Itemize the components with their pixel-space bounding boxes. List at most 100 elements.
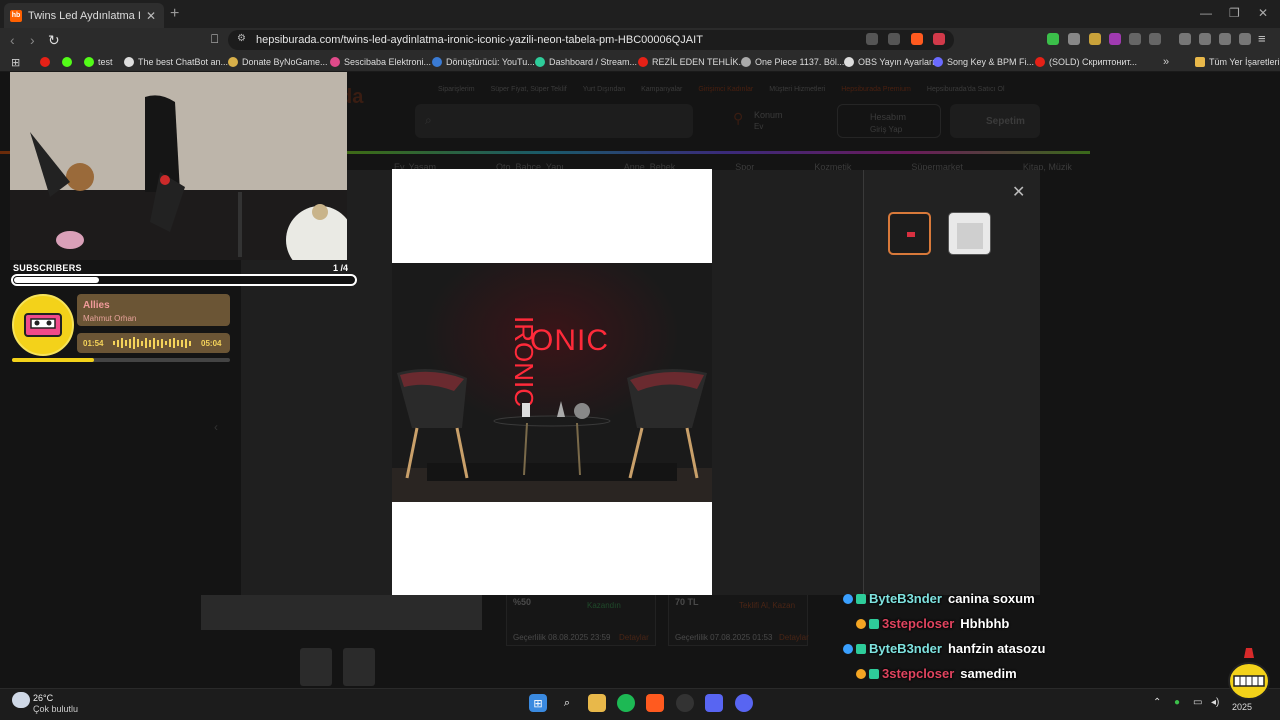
- offer-details-link[interactable]: Detaylar: [779, 633, 809, 642]
- discord-ptb-icon[interactable]: [735, 694, 753, 712]
- bookmark-item[interactable]: test: [84, 57, 113, 67]
- header-link[interactable]: Kampanyalar: [641, 86, 682, 93]
- brave-shields-icon[interactable]: [911, 33, 923, 45]
- waveform-bar: [121, 338, 123, 348]
- thumbnail-packaging[interactable]: [948, 212, 991, 255]
- bookmark-item[interactable]: Donate ByNoGame...: [228, 57, 328, 67]
- header-link[interactable]: Hepsiburada Premium: [841, 86, 911, 93]
- bookmark-item[interactable]: One Piece 1137. Böl...: [741, 57, 844, 67]
- leo-ai-icon[interactable]: [1219, 33, 1231, 45]
- header-link[interactable]: Girişimci Kadınlar: [698, 86, 753, 93]
- account-button[interactable]: Hesabım Giriş Yap: [837, 104, 941, 138]
- tray-overflow-icon[interactable]: ⌃: [1153, 697, 1161, 708]
- extension-twitch-icon[interactable]: [1109, 33, 1121, 45]
- waveform-bar: [161, 338, 163, 348]
- weather-temp[interactable]: 26°C: [33, 693, 53, 703]
- brave-rewards-icon[interactable]: [933, 33, 945, 45]
- forward-icon[interactable]: ›: [30, 32, 35, 48]
- back-icon[interactable]: ‹: [10, 32, 15, 48]
- page-thumb-1[interactable]: [300, 648, 332, 686]
- offer-card[interactable]: 70 TL Teklifi Al, Kazan Geçerlilik 07.08…: [668, 590, 809, 646]
- browser-tab[interactable]: hb Twins Led Aydınlatma Ironic Icon ✕: [4, 3, 164, 28]
- minimize-icon[interactable]: —: [1200, 6, 1212, 20]
- bookmark-page-icon[interactable]: ⎕: [211, 32, 218, 47]
- cast-icon[interactable]: [866, 33, 878, 45]
- bookmark-item[interactable]: The best ChatBot an...: [124, 57, 228, 67]
- share-icon[interactable]: [888, 33, 900, 45]
- discord-icon[interactable]: [705, 694, 723, 712]
- file-explorer-icon[interactable]: [588, 694, 606, 712]
- extension-pencil-icon[interactable]: [1089, 33, 1101, 45]
- extension-vpn-icon[interactable]: [1047, 33, 1059, 45]
- header-link[interactable]: Yurt Dışından: [583, 86, 625, 93]
- site-search-input[interactable]: ⌕: [415, 104, 693, 138]
- subscriber-goal-count: 1 /4: [333, 263, 349, 273]
- search-icon[interactable]: ⌕: [558, 694, 576, 712]
- header-link[interactable]: Hepsiburada'da Satıcı Ol: [927, 86, 1005, 93]
- header-links: Siparişlerim Süper Fiyat, Süper Teklif Yur…: [438, 86, 1005, 93]
- product-image[interactable]: IRONIC ONIC: [392, 263, 712, 502]
- chat-badge-icon: [843, 643, 853, 654]
- weather-cloud-icon[interactable]: [12, 692, 30, 708]
- maximize-icon[interactable]: ❐: [1229, 6, 1240, 20]
- wallet-icon[interactable]: [1199, 33, 1211, 45]
- apps-grid-icon[interactable]: ⊞: [11, 56, 20, 69]
- bookmark-item[interactable]: Dönüştürücü: YouTu...: [432, 57, 535, 67]
- cart-button[interactable]: Sepetim: [950, 104, 1040, 138]
- site-settings-icon[interactable]: ⚙: [237, 33, 246, 44]
- sidebar-toggle-icon[interactable]: [1179, 33, 1191, 45]
- image-padding-bottom: [392, 502, 712, 595]
- window-close-icon[interactable]: ✕: [1258, 6, 1268, 20]
- reload-icon[interactable]: ↻: [48, 32, 60, 49]
- new-tab-icon[interactable]: +: [170, 5, 179, 23]
- address-bar[interactable]: ⚙ hepsiburada.com/twins-led-aydinlatma-i…: [228, 30, 954, 50]
- song-time-elapsed: 01:54: [83, 339, 104, 348]
- more-bookmarks-icon[interactable]: »: [1163, 56, 1169, 68]
- thumbnail-neon-sign[interactable]: [888, 212, 931, 255]
- subscriber-goal-fill: [14, 277, 99, 283]
- header-link[interactable]: Süper Fiyat, Süper Teklif: [491, 86, 567, 93]
- menu-icon[interactable]: ≡: [1258, 31, 1266, 46]
- chat-badge-icon: [856, 593, 866, 604]
- chat-text: Hbhbhb: [960, 616, 1010, 631]
- extension-shield-icon[interactable]: [1068, 33, 1080, 45]
- bookmark-item[interactable]: [40, 57, 54, 67]
- location-label[interactable]: Konum: [754, 110, 783, 120]
- chat-username: 3stepcloser: [882, 616, 955, 631]
- offer-details-link[interactable]: Detaylar: [619, 633, 649, 642]
- bookmark-item[interactable]: OBS Yayın Ayarları: [844, 57, 935, 67]
- network-icon[interactable]: ▭: [1193, 697, 1202, 708]
- tab-close-icon[interactable]: ✕: [146, 9, 156, 23]
- start-icon[interactable]: ⊞: [529, 694, 547, 712]
- volume-icon[interactable]: ◂): [1211, 697, 1219, 708]
- svg-text:ONIC: ONIC: [530, 324, 609, 357]
- microphone-icon[interactable]: ●: [1174, 697, 1180, 708]
- header-link[interactable]: Müşteri Hizmetleri: [769, 86, 825, 93]
- chat-message: ByteB3nder canina soxum: [843, 591, 1035, 606]
- waveform-bar: [117, 339, 119, 347]
- bookmark-item[interactable]: (SOLD) Скриптонит...: [1035, 57, 1137, 67]
- song-artist: Mahmut Orhan: [83, 314, 137, 323]
- bookmark-item[interactable]: Song Key & BPM Fi...: [933, 57, 1034, 67]
- bookmark-item[interactable]: REZİL EDEN TEHLİK...: [638, 57, 746, 67]
- extension-box-icon[interactable]: [1149, 33, 1161, 45]
- chat-message: 3stepcloser samedim: [856, 666, 1017, 681]
- page-thumb-2[interactable]: [343, 648, 375, 686]
- spotify-icon[interactable]: [617, 694, 635, 712]
- bookmark-label: Dashboard / Stream...: [549, 57, 638, 67]
- extensions-puzzle-icon[interactable]: [1129, 33, 1141, 45]
- header-link[interactable]: Siparişlerim: [438, 86, 475, 93]
- close-icon[interactable]: ✕: [1012, 182, 1025, 202]
- offer-cta[interactable]: Teklifi Al, Kazan: [739, 601, 795, 610]
- vpn-icon[interactable]: [1239, 33, 1251, 45]
- offer-card[interactable]: %50 Kazandın Geçerlilik 08.08.2025 23:59…: [506, 590, 656, 646]
- all-bookmarks-folder[interactable]: Tüm Yer İşaretleri: [1195, 57, 1280, 67]
- gallery-prev-icon[interactable]: ‹: [214, 420, 218, 434]
- chat-text: samedim: [960, 666, 1017, 681]
- brave-icon[interactable]: [646, 694, 664, 712]
- bookmark-item[interactable]: Sescibaba Elektroni...: [330, 57, 431, 67]
- obs-icon[interactable]: [676, 694, 694, 712]
- cart-label: Sepetim: [986, 116, 1025, 127]
- bookmark-item[interactable]: Dashboard / Stream...: [535, 57, 637, 67]
- bookmark-item[interactable]: [62, 57, 76, 67]
